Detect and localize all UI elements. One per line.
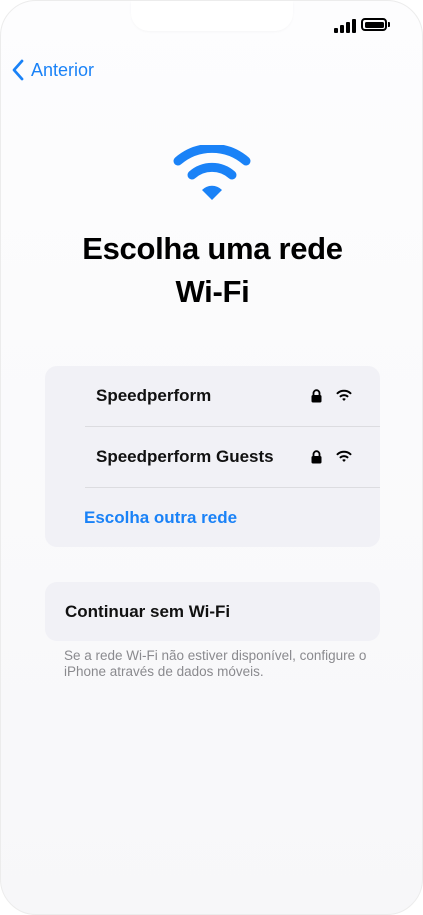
- page-title: Escolha uma rede Wi-Fi: [1, 227, 422, 313]
- wifi-signal-icon: [336, 450, 352, 462]
- footnote-text: Se a rede Wi-Fi não estiver disponível, …: [64, 648, 367, 679]
- battery-full-icon: [361, 18, 387, 31]
- status-bar: [1, 1, 422, 49]
- dynamic-island: [131, 1, 293, 31]
- chevron-left-icon: [12, 59, 24, 81]
- page-title-line-2: Wi-Fi: [175, 274, 250, 309]
- battery-cap: [388, 22, 390, 27]
- choose-other-network-button[interactable]: Escolha outra rede: [84, 488, 237, 548]
- network-list: Speedperform Speedperform Guests Escolha…: [45, 366, 380, 547]
- continue-without-wifi-button[interactable]: Continuar sem Wi-Fi: [45, 582, 380, 641]
- page-title-line-1: Escolha uma rede: [82, 231, 343, 266]
- setup-screen: Anterior Escolha uma rede Wi-Fi Speedper…: [0, 0, 423, 915]
- cellular-signal-icon: [334, 17, 356, 33]
- back-button[interactable]: Anterior: [11, 57, 94, 83]
- network-row-speedperform-guests[interactable]: Speedperform Guests: [45, 427, 380, 487]
- network-row-speedperform[interactable]: Speedperform: [45, 366, 380, 426]
- wifi-signal-icon: [336, 389, 352, 401]
- wifi-icon: [173, 145, 251, 200]
- network-name: Speedperform Guests: [96, 447, 274, 466]
- back-label: Anterior: [31, 59, 95, 80]
- network-name: Speedperform: [96, 386, 212, 405]
- lock-icon: [311, 450, 322, 464]
- lock-icon: [311, 389, 322, 403]
